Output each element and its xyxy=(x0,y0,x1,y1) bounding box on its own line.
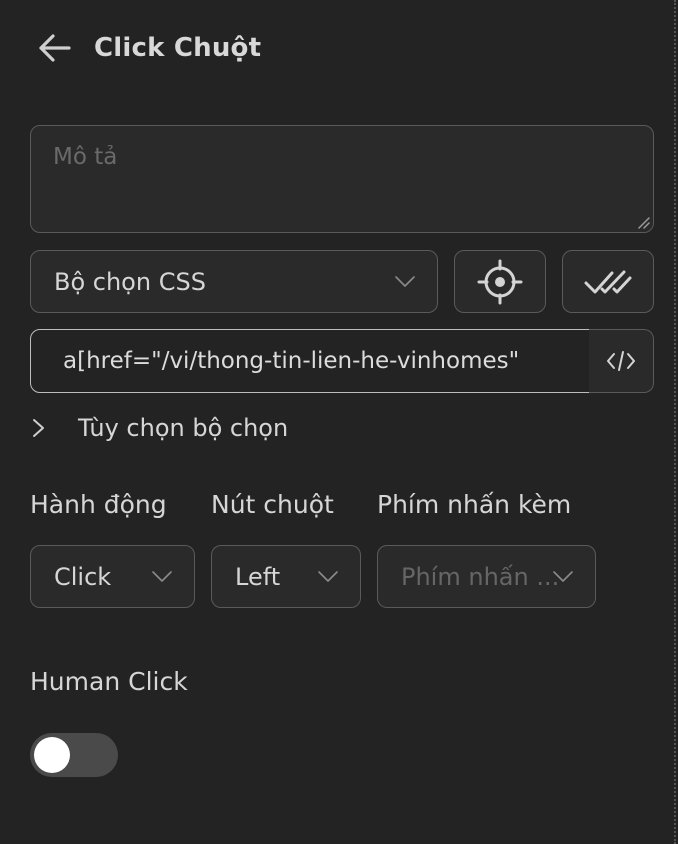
double-check-icon xyxy=(584,270,632,293)
toggle-knob xyxy=(34,737,70,773)
chevron-down-icon xyxy=(152,570,172,582)
selector-type-value: Bộ chọn CSS xyxy=(54,267,206,296)
modifier-keys-label: Phím nhấn kèm xyxy=(377,490,572,519)
selector-options-label: Tùy chọn bộ chọn xyxy=(78,414,289,442)
crosshair-icon xyxy=(477,259,523,304)
page-title: Click Chuột xyxy=(94,33,262,63)
css-selector-input[interactable] xyxy=(31,330,589,392)
chevron-right-icon xyxy=(33,419,44,437)
selector-options-toggle[interactable]: Tùy chọn bộ chọn xyxy=(32,414,288,442)
chevron-down-icon xyxy=(553,570,573,582)
mouse-button-label: Nút chuột xyxy=(211,490,334,519)
chevron-down-icon xyxy=(318,570,338,582)
css-selector-field-wrapper xyxy=(30,329,590,393)
code-icon xyxy=(607,351,635,371)
modifier-keys-select[interactable]: Phím nhấn ... xyxy=(377,545,596,608)
description-field-wrapper xyxy=(30,125,654,233)
arrow-left-icon xyxy=(39,34,71,62)
mouse-button-select-value: Left xyxy=(235,562,281,591)
chevron-down-icon xyxy=(395,275,415,287)
action-select-value: Click xyxy=(54,562,112,591)
human-click-label: Human Click xyxy=(30,667,188,696)
element-picker-button[interactable] xyxy=(454,250,546,313)
verify-selector-button[interactable] xyxy=(562,250,654,313)
human-click-toggle[interactable] xyxy=(30,733,118,777)
back-button[interactable] xyxy=(36,30,72,66)
selector-type-select[interactable]: Bộ chọn CSS xyxy=(30,250,438,313)
panel-edge-divider xyxy=(674,0,676,844)
resize-grip-icon[interactable] xyxy=(636,215,650,229)
click-action-panel: Click Chuột Bộ chọn CSS xyxy=(0,0,678,844)
modifier-keys-placeholder: Phím nhấn ... xyxy=(401,562,560,591)
code-view-button[interactable] xyxy=(589,329,654,393)
description-textarea[interactable] xyxy=(31,126,653,232)
mouse-button-select[interactable]: Left xyxy=(211,545,361,608)
action-select[interactable]: Click xyxy=(30,545,195,608)
action-label: Hành động xyxy=(30,490,167,519)
panel-header: Click Chuột xyxy=(36,30,261,66)
